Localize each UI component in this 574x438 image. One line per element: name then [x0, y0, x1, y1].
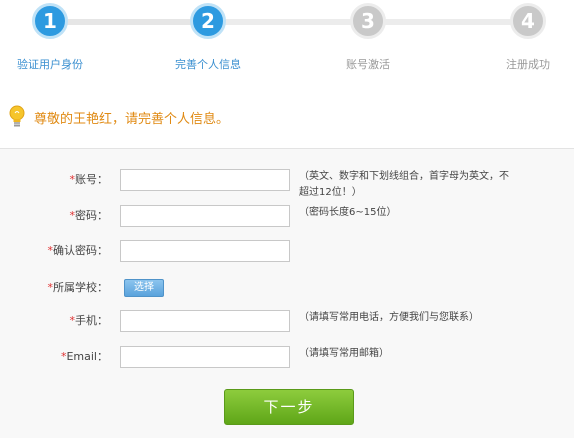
step-1-circle: 1 [32, 3, 68, 39]
school-label: *所属学校： [47, 281, 109, 294]
profile-form: *账号： （英文、数字和下划线组合，首字母为英文，不超过12位！） *密码： （… [0, 148, 574, 438]
password-hint: （密码长度6~15位） [299, 207, 397, 218]
account-hint: （英文、数字和下划线组合，首字母为英文，不超过12位！） [299, 171, 509, 198]
email-label: *Email： [60, 350, 108, 363]
step-3-circle: 3 [350, 3, 386, 39]
notice-text: 尊敬的王艳红，请完善个人信息。 [34, 111, 230, 127]
step-2-label: 完善个人信息 [175, 58, 241, 71]
step-2-circle: 2 [190, 3, 226, 39]
email-hint: （请填写常用邮箱） [299, 348, 389, 359]
step-3-label: 账号激活 [346, 58, 390, 71]
step-4-label: 注册成功 [506, 58, 550, 71]
next-step-button[interactable]: 下一步 [224, 389, 354, 425]
password-label: *密码： [69, 209, 109, 222]
account-input[interactable] [120, 169, 290, 191]
step-progress: 1 2 3 4 验证用户身份 完善个人信息 账号激活 注册成功 [0, 0, 574, 80]
phone-input[interactable] [120, 310, 290, 332]
lightbulb-icon [9, 105, 25, 127]
confirm-password-input[interactable] [120, 240, 290, 262]
welcome-notice: 尊敬的王艳红，请完善个人信息。 [8, 104, 229, 130]
step-4-circle: 4 [510, 3, 546, 39]
password-input[interactable] [120, 205, 290, 227]
phone-hint: （请填写常用电话，方便我们与您联系） [299, 312, 479, 323]
phone-label: *手机： [69, 314, 109, 327]
email-input[interactable] [120, 346, 290, 368]
confirm-password-label: *确认密码： [47, 244, 109, 257]
select-school-button[interactable]: 选择 [124, 279, 164, 297]
step-1-label: 验证用户身份 [17, 58, 83, 71]
account-label: *账号： [69, 173, 109, 186]
